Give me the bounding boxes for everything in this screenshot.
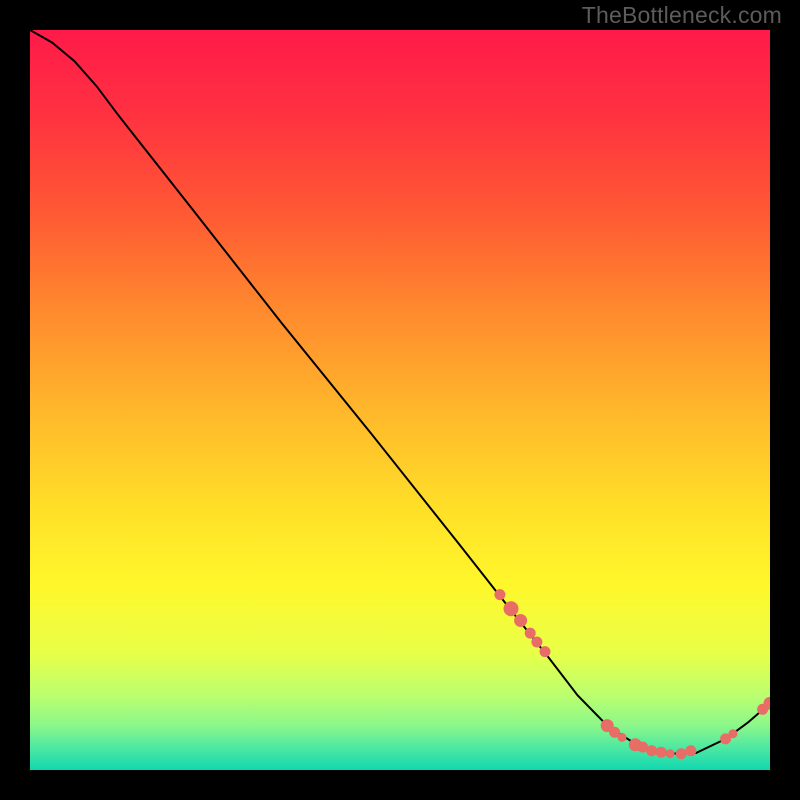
watermark-text: TheBottleneck.com [582, 2, 782, 29]
bottleneck-curve [30, 30, 770, 754]
data-marker [515, 615, 527, 627]
curve-overlay [30, 30, 770, 770]
data-marker [686, 746, 696, 756]
plot-area [30, 30, 770, 770]
data-marker [532, 637, 542, 647]
data-marker [540, 647, 550, 657]
curve-markers [495, 590, 770, 759]
data-marker [647, 746, 657, 756]
data-marker [729, 730, 737, 738]
data-marker [525, 628, 535, 638]
chart-frame: TheBottleneck.com [0, 0, 800, 800]
data-marker [618, 733, 626, 741]
data-marker [504, 602, 518, 616]
data-marker [495, 590, 505, 600]
data-marker [656, 747, 666, 757]
data-marker [666, 750, 674, 758]
data-marker [676, 749, 686, 759]
